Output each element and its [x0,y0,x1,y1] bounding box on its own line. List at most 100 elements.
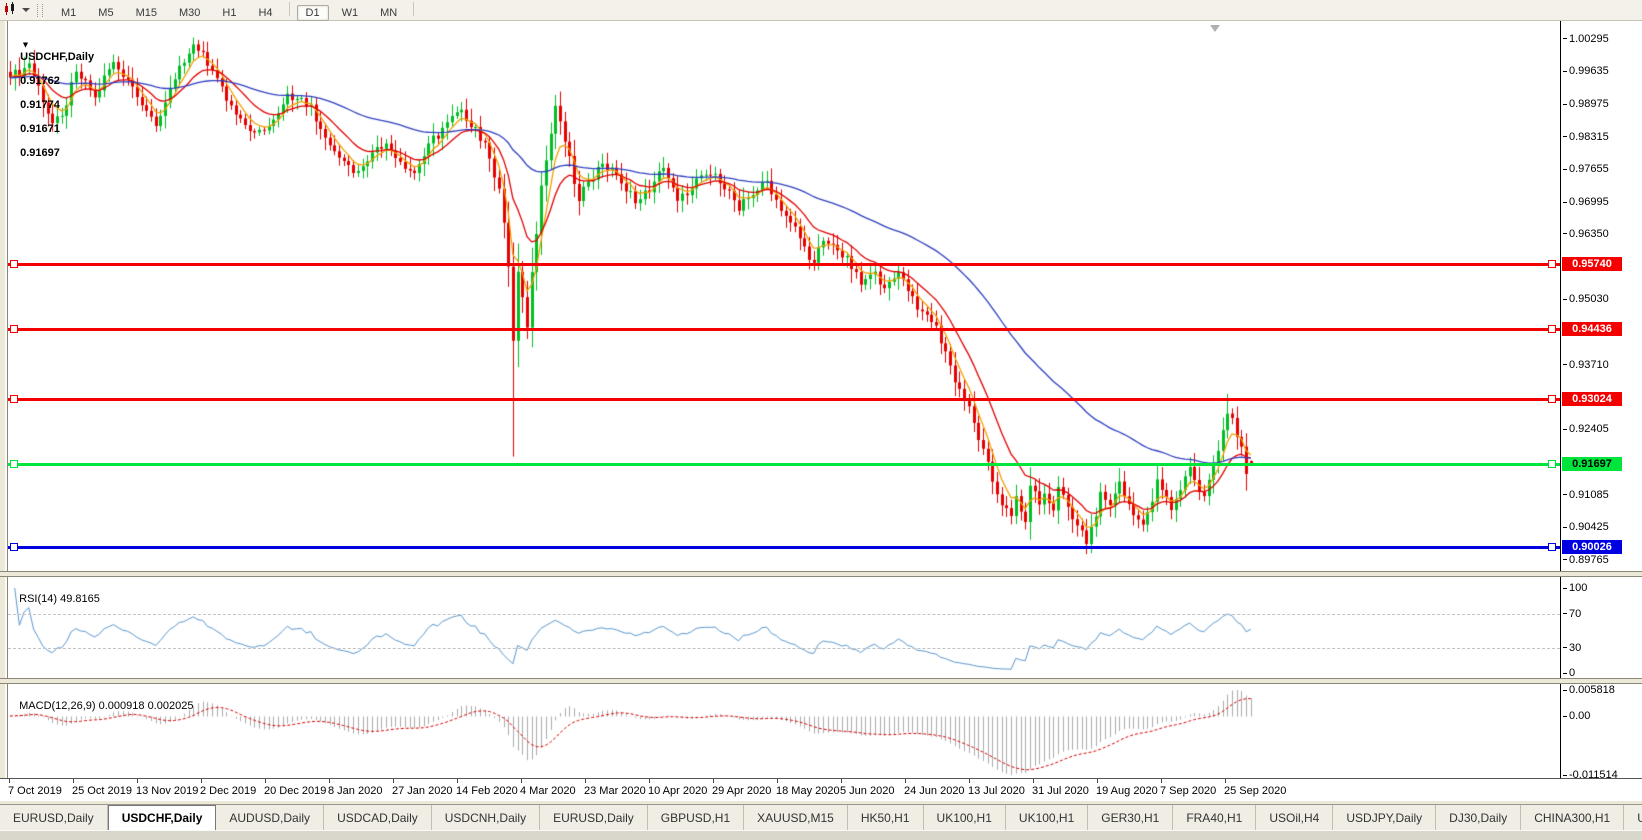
date-tick-mark [329,779,330,783]
date-tick-mark [649,779,650,783]
tick-mark [1563,690,1567,691]
tab-dj30-daily[interactable]: DJ30,Daily [1436,805,1521,831]
tab-uk100-h1[interactable]: UK100,H1 [1006,805,1088,831]
tab-usdcnh-daily[interactable]: USDCNH,Daily [432,805,540,831]
tab-china300-h1[interactable]: CHINA300,H1 [1521,805,1624,831]
price-tick-label: 0.89765 [1569,554,1609,566]
date-label: 13 Nov 2019 [136,785,198,797]
rsi-tick: 70 [1563,608,1581,620]
line-handle-left[interactable] [10,395,18,403]
tab-eurusd-daily[interactable]: EURUSD,Daily [540,805,648,831]
line-handle-left[interactable] [10,325,18,333]
line-handle-left[interactable] [10,460,18,468]
price-tick: 0.96995 [1563,196,1609,208]
timeframe-button-h4[interactable]: H4 [249,5,281,21]
tab-hk50-h1[interactable]: HK50,H1 [848,805,924,831]
date-label: 20 Dec 2019 [264,785,326,797]
tick-mark [1563,559,1567,560]
date-label: 5 Jun 2020 [840,785,894,797]
price-tick: 0.96350 [1563,228,1609,240]
price-tick: 0.98315 [1563,131,1609,143]
line-handle-right[interactable] [1548,325,1556,333]
date-label: 14 Feb 2020 [456,785,518,797]
price-tick-label: 0.93710 [1569,359,1609,371]
date-tick-mark [841,779,842,783]
toolbar-separator [413,2,414,16]
timeframe-button-m30[interactable]: M30 [170,5,209,21]
tab-usoil-h4[interactable]: USOil,H4 [1256,805,1333,831]
line-handle-right[interactable] [1548,395,1556,403]
tick-mark [1563,494,1567,495]
pane-divider[interactable] [0,571,1642,577]
date-tick-mark [9,779,10,783]
horizontal-level-line[interactable] [8,546,1560,549]
horizontal-level-line[interactable] [8,398,1560,401]
tab-fra40-h1[interactable]: FRA40,H1 [1173,805,1256,831]
timeframe-button-m5[interactable]: M5 [89,5,122,21]
price-chart-canvas[interactable] [8,22,1560,572]
rsi-tick: 100 [1563,582,1587,594]
toolbar-grip[interactable] [37,4,43,17]
date-label: 25 Sep 2020 [1224,785,1286,797]
date-label: 4 Mar 2020 [520,785,576,797]
line-handle-left[interactable] [10,260,18,268]
pane-divider[interactable] [0,678,1642,684]
date-label: 31 Jul 2020 [1032,785,1089,797]
price-tick-label: 0.90425 [1569,521,1609,533]
timeframe-button-mn[interactable]: MN [371,5,406,21]
timeframe-button-d1[interactable]: D1 [297,5,329,21]
tab-eurusd-daily[interactable]: EURUSD,Daily [0,805,108,831]
date-tick-mark [265,779,266,783]
tab-audusd-daily[interactable]: AUDUSD,Daily [216,805,324,831]
rsi-guide-line [8,648,1560,649]
tab-xauusd-m15[interactable]: XAUUSD,M15 [744,805,848,831]
timeframe-button-m1[interactable]: M1 [52,5,85,21]
chevron-down-icon[interactable] [22,8,30,12]
line-handle-right[interactable] [1548,460,1556,468]
tab-ger30-h1[interactable]: GER30,H1 [1088,805,1173,831]
date-axis[interactable]: 7 Oct 201925 Oct 201913 Nov 20192 Dec 20… [0,778,1642,801]
tab-gbpusd-h1[interactable]: GBPUSD,H1 [648,805,744,831]
price-tick: 0.92405 [1563,423,1609,435]
line-handle-right[interactable] [1548,260,1556,268]
tab-usoil-h[interactable]: USOil,H [1624,805,1642,831]
price-tag: 0.94436 [1562,322,1622,336]
horizontal-level-line[interactable] [8,328,1560,331]
collapse-chart-icon[interactable]: ▼ [21,40,30,50]
date-label: 27 Jan 2020 [392,785,453,797]
date-label: 13 Jul 2020 [968,785,1025,797]
timeframe-button-w1[interactable]: W1 [333,5,368,21]
macd-signal-value: 0.002025 [148,700,194,712]
macd-tick: 0.00 [1563,710,1590,722]
tab-usdcad-daily[interactable]: USDCAD,Daily [324,805,432,831]
date-tick-mark [457,779,458,783]
rsi-canvas[interactable] [8,577,1560,677]
date-label: 24 Jun 2020 [904,785,965,797]
chart-shift-marker-icon[interactable] [1210,25,1220,32]
timeframe-button-m15[interactable]: M15 [127,5,166,21]
horizontal-level-line[interactable] [8,463,1560,466]
line-handle-left[interactable] [10,543,18,551]
horizontal-level-line[interactable] [8,263,1560,266]
date-label: 18 May 2020 [776,785,840,797]
rsi-tick-label: 70 [1569,608,1581,620]
timeframe-button-h1[interactable]: H1 [213,5,245,21]
tick-mark [1563,364,1567,365]
line-handle-right[interactable] [1548,543,1556,551]
rsi-tick-label: 100 [1569,582,1587,594]
chart-symbol-label: USDCHF,Daily [20,51,94,63]
tab-uk100-h1[interactable]: UK100,H1 [924,805,1006,831]
price-tick-label: 0.92405 [1569,423,1609,435]
date-tick-mark [393,779,394,783]
tab-usdjpy-daily[interactable]: USDJPY,Daily [1333,805,1436,831]
toolbar: M1M5 M15M30H1H4 D1W1MN [0,0,1642,21]
rsi-value: 49.8165 [60,593,100,605]
date-label: 7 Oct 2019 [8,785,62,797]
macd-canvas[interactable] [8,684,1560,777]
rsi-guide-line [8,614,1560,615]
date-tick-mark [713,779,714,783]
tick-mark [1563,588,1567,589]
tab-usdchf-daily[interactable]: USDCHF,Daily [108,805,217,831]
date-tick-mark [969,779,970,783]
chart-type-icon[interactable] [3,2,19,19]
